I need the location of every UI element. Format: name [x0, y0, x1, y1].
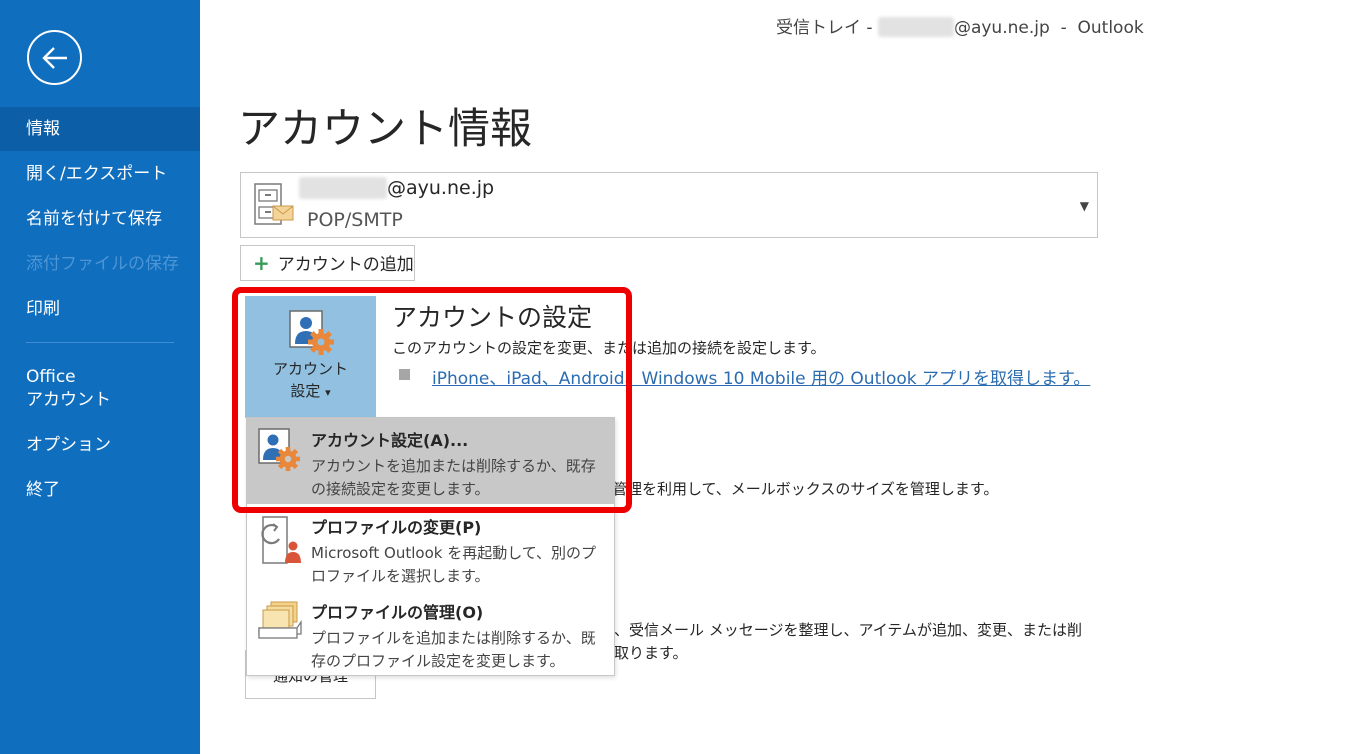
add-account-button[interactable]: + アカウントの追加: [240, 245, 415, 281]
profile-change-icon: [261, 516, 301, 564]
account-settings-icon: [258, 428, 300, 471]
profile-manage-icon: [258, 601, 302, 639]
office-account-line1: Office: [26, 367, 76, 387]
window-title-separator: -: [1049, 18, 1078, 38]
plus-icon: +: [253, 251, 270, 275]
menu-item-description: プロファイルを追加または削除するか、既存のプロファイル設定を変更します。: [311, 629, 596, 670]
account-settings-description: このアカウントの設定を変更、または追加の接続を設定します。: [392, 339, 826, 357]
caret-down-icon: ▼: [1079, 199, 1089, 213]
bullet-square-icon: [399, 369, 410, 380]
window-title: 受信トレイ - @ayu.ne.jp - Outlook: [776, 13, 1144, 38]
account-selector[interactable]: @ayu.ne.jp POP/SMTP ▼: [240, 172, 1098, 238]
account-email: @ayu.ne.jp: [299, 177, 494, 199]
backstage-sidebar: 情報 開く/エクスポート 名前を付けて保存 添付ファイルの保存 印刷 Offic…: [0, 0, 200, 754]
menu-item-manage-profiles[interactable]: プロファイルの管理(O) プロファイルを追加または削除するか、既存のプロファイル…: [247, 590, 614, 676]
menu-item-description: Microsoft Outlook を再起動して、別のプロファイルを選択します。: [311, 544, 597, 585]
settings-label-line1: アカウント: [272, 360, 348, 378]
office-account-line2: アカウント: [26, 390, 111, 410]
window-title-prefix: 受信トレイ -: [776, 18, 878, 38]
nav-item-open-export[interactable]: 開く/エクスポート: [0, 152, 200, 196]
menu-item-title: プロファイルの管理(O): [311, 603, 484, 622]
account-settings-button-label: アカウント 設定 ▾: [245, 358, 376, 404]
menu-item-title: プロファイルの変更(P): [311, 518, 482, 537]
caret-down-icon: ▾: [325, 386, 331, 399]
settings-label-line2: 設定 ▾: [290, 382, 331, 400]
page-title: アカウント情報: [238, 104, 533, 153]
account-settings-heading: アカウントの設定: [392, 303, 593, 332]
account-settings-button[interactable]: アカウント 設定 ▾: [245, 296, 376, 418]
arrow-left-circle-icon: [42, 47, 67, 69]
nav-item-options[interactable]: オプション: [0, 423, 200, 467]
rules-description-line1: 、受信メール メッセージを整理し、アイテムが追加、変更、または削: [614, 621, 1082, 639]
account-email-suffix: @ayu.ne.jp: [387, 177, 495, 199]
nav-item-save-attachments: 添付ファイルの保存: [26, 254, 179, 274]
account-type: POP/SMTP: [307, 209, 403, 231]
menu-item-title: アカウント設定(A)...: [311, 431, 469, 450]
account-settings-menu: アカウント設定(A)... アカウントを追加または削除するか、既存の接続設定を変…: [246, 417, 615, 676]
nav-item-save-as[interactable]: 名前を付けて保存: [0, 197, 200, 241]
menu-item-account-settings[interactable]: アカウント設定(A)... アカウントを追加または削除するか、既存の接続設定を変…: [247, 418, 614, 504]
rules-description-line2: 取ります。: [614, 644, 688, 662]
sidebar-divider: [26, 342, 174, 343]
outlook-app-link[interactable]: iPhone、iPad、Android、Windows 10 Mobile 用の…: [432, 364, 1090, 389]
redacted-email: [299, 177, 387, 199]
add-account-label: アカウントの追加: [277, 255, 414, 275]
account-settings-icon: [289, 310, 334, 355]
nav-item-info[interactable]: 情報: [0, 107, 200, 151]
back-button[interactable]: [27, 30, 82, 85]
nav-item-print[interactable]: 印刷: [0, 287, 200, 331]
window-title-email: @ayu.ne.jp: [953, 18, 1050, 38]
menu-item-change-profile[interactable]: プロファイルの変更(P) Microsoft Outlook を再起動して、別の…: [247, 505, 614, 591]
window-title-app: Outlook: [1077, 18, 1144, 38]
menu-item-description: アカウントを追加または削除するか、既存の接続設定を変更します。: [311, 457, 596, 498]
nav-item-office-account[interactable]: Office アカウント: [26, 366, 176, 412]
mailbox-settings-description: 管理を利用して、メールボックスのサイズを管理します。: [612, 480, 999, 498]
nav-item-exit[interactable]: 終了: [0, 468, 200, 512]
redacted-email: [877, 17, 954, 37]
mailbox-file-icon: [254, 183, 294, 225]
